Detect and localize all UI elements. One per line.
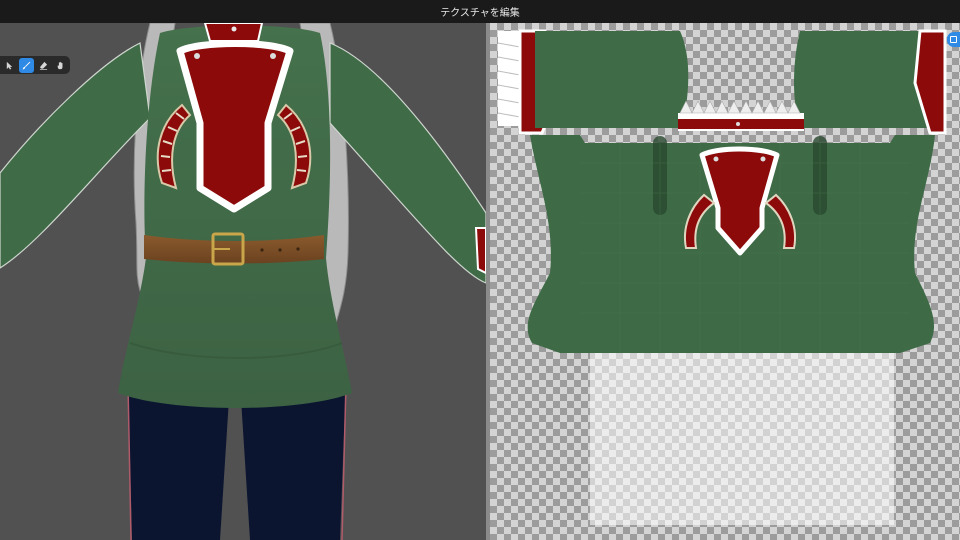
tool-palette bbox=[0, 56, 70, 74]
3d-viewport[interactable] bbox=[0, 23, 486, 540]
hand-icon bbox=[57, 61, 63, 69]
hand-tool-button[interactable] bbox=[53, 58, 68, 73]
uv-sleeve-left bbox=[535, 31, 689, 128]
brush-icon bbox=[22, 61, 31, 69]
cursor-icon bbox=[6, 61, 13, 70]
avatar-model bbox=[0, 23, 486, 540]
uv-texture-map bbox=[497, 29, 947, 525]
brush-tool-button[interactable] bbox=[19, 57, 34, 73]
window-title: テクスチャを編集 bbox=[0, 0, 960, 24]
eraser-icon bbox=[39, 61, 48, 70]
uv-collar bbox=[678, 100, 804, 131]
layers-button[interactable] bbox=[947, 32, 960, 47]
select-tool-button[interactable] bbox=[2, 58, 17, 73]
eraser-tool-button[interactable] bbox=[36, 58, 51, 73]
layers-icon bbox=[950, 36, 957, 43]
texture-canvas[interactable] bbox=[490, 23, 960, 540]
collar bbox=[203, 23, 264, 42]
uv-empty-region bbox=[590, 353, 894, 525]
